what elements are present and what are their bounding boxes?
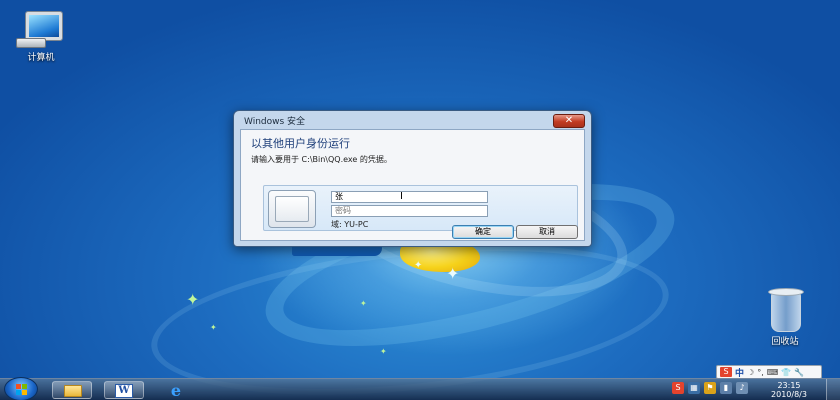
action-center-flag-icon[interactable]: ⚑ [704,382,716,394]
taskbar-clock[interactable]: 23:15 2010/8/3 [762,381,816,399]
internet-explorer-icon: e [170,381,182,400]
recycle-bin-icon [765,286,805,334]
ime-skin-icon[interactable]: 👕 [781,368,791,377]
sparkle-icon: ✦ [186,290,200,309]
taskbar: W e S ▦ ⚑ ▮ ♪ 23:15 2010/8/3 [0,377,840,400]
taskbar-explorer-button[interactable] [52,381,92,399]
folder-icon [64,385,82,397]
ime-mode-toggle[interactable]: 中 [735,366,744,379]
system-tray: S ▦ ⚑ ▮ ♪ [672,382,748,394]
dialog-subheading: 请输入要用于 C:\Bin\QQ.exe 的凭据。 [251,155,392,164]
ime-keyboard-icon[interactable]: ⌨ [767,368,779,377]
show-desktop-button[interactable] [826,379,840,400]
ime-language-bar[interactable]: S 中 ☽ °, ⌨ 👕 🔧 [716,365,822,379]
windows-security-dialog: Windows 安全 ✕ 以其他用户身份运行 请输入要用于 C:\Bin\QQ.… [233,110,592,247]
username-field[interactable]: 张 [331,191,488,203]
computer-icon [14,8,68,50]
sogou-ime-icon[interactable]: S [720,367,732,377]
taskbar-ie-button[interactable]: e [156,381,196,399]
desktop-icon-computer[interactable]: 计算机 [8,8,74,63]
taskbar-word-button[interactable]: W [104,381,144,399]
sparkle-icon: ✦ [446,264,460,283]
word-icon: W [115,384,133,398]
start-button[interactable] [4,377,38,400]
cancel-button[interactable]: 取消 [516,225,578,239]
text-cursor-icon: I [400,191,403,202]
sparkle-icon: ✦ [414,260,423,271]
clock-time: 23:15 [777,381,801,390]
ime-punctuation-icon[interactable]: °, [757,368,764,377]
username-value: 张 [335,192,343,201]
desktop-icon-recycle-bin[interactable]: 回收站 [752,286,818,347]
sogou-tray-icon[interactable]: S [672,382,684,394]
password-field[interactable]: 密码 [331,205,488,217]
cancel-button-label: 取消 [539,227,555,236]
desktop-icon-label: 回收站 [771,337,799,347]
clock-date: 2010/8/3 [771,390,807,399]
power-icon[interactable]: ▮ [720,382,732,394]
ime-moon-icon[interactable]: ☽ [747,368,754,377]
dialog-title: Windows 安全 [244,116,306,127]
windows-logo-icon [16,384,28,396]
dialog-heading: 以其他用户身份运行 [251,137,350,150]
password-placeholder: 密码 [335,206,351,215]
volume-icon[interactable]: ♪ [736,382,748,394]
sparkle-icon: ✦ [360,299,367,308]
ok-button[interactable]: 确定 [452,225,514,239]
ok-button-label: 确定 [475,227,491,236]
close-icon: ✕ [564,114,574,126]
domain-label: 域: YU-PC [331,220,369,229]
desktop-icon-label: 计算机 [27,53,55,63]
sparkle-icon: ✦ [380,347,387,356]
close-button[interactable]: ✕ [553,113,585,128]
ime-settings-icon[interactable]: 🔧 [794,368,804,377]
network-icon[interactable]: ▦ [688,382,700,394]
user-picture-icon [268,190,316,228]
dialog-header: 以其他用户身份运行 请输入要用于 C:\Bin\QQ.exe 的凭据。 [241,130,584,170]
dialog-titlebar[interactable]: Windows 安全 ✕ [240,111,585,129]
sparkle-icon: ✦ [210,323,217,332]
